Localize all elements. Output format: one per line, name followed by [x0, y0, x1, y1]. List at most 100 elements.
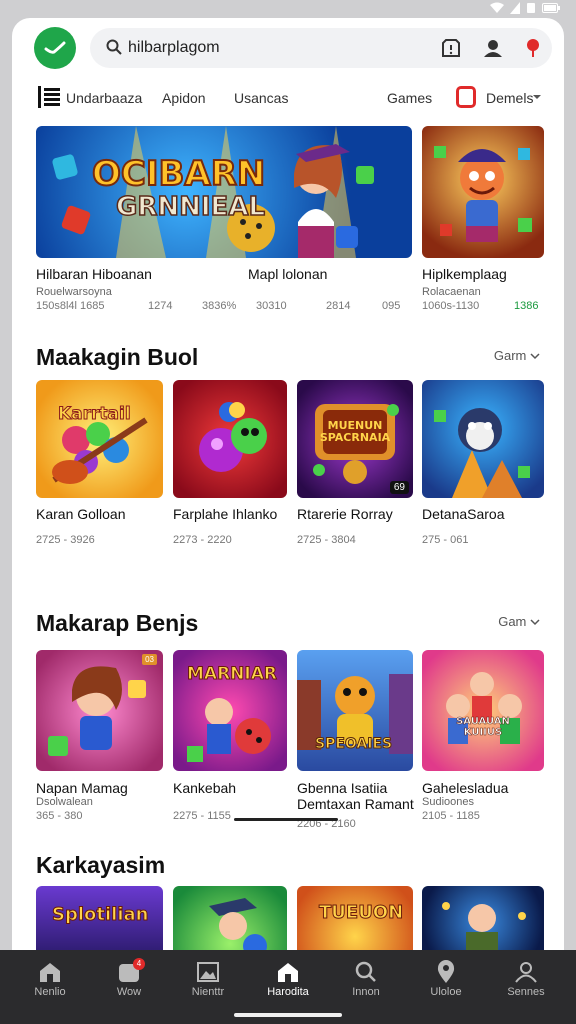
- game-art-title-3-1: Splotilian: [51, 904, 149, 926]
- game-meta-2-1: 365 - 380: [36, 810, 83, 822]
- notification-badge: 4: [133, 958, 145, 970]
- featured-stat-2c: 095: [382, 300, 401, 312]
- game-title-1-3[interactable]: Rtarerie Rorray: [297, 506, 393, 522]
- featured-subtitle-3: Rolacaenan: [422, 286, 481, 298]
- featured-title-3[interactable]: Hiplkemplaag: [422, 266, 507, 282]
- nav-item-uloloe[interactable]: Uloloe: [410, 958, 482, 998]
- banner-title-line1: OCIBARN: [91, 153, 266, 195]
- game-card-1-1[interactable]: Karrtail: [36, 380, 163, 498]
- featured-stat-1b: 1274: [148, 300, 173, 312]
- info-shield-icon[interactable]: [440, 37, 462, 59]
- tab-games[interactable]: Games: [387, 90, 432, 106]
- featured-stat-1c: 3836%: [202, 300, 237, 312]
- category-tabs: Undarbaaza Apidon Usancas Games Demels: [12, 82, 564, 122]
- game-card-3-4[interactable]: [422, 886, 544, 958]
- status-bar: [0, 0, 576, 18]
- game-art-title-2-2: MARNIAR: [187, 664, 278, 685]
- chevron-down-icon: [530, 353, 540, 360]
- chevron-down-icon: [530, 619, 540, 626]
- check-icon: [44, 41, 66, 54]
- image-icon: [172, 958, 244, 986]
- featured-banner-2[interactable]: [422, 126, 544, 258]
- game-art-title-2-3: SPEOAIES: [314, 736, 393, 753]
- battery-icon: [542, 2, 560, 17]
- featured-title-1[interactable]: Hilbaran Hiboanan: [36, 266, 152, 282]
- top-bar: hilbarplagom: [12, 18, 564, 82]
- game-meta-1-1: 2725 - 3926: [36, 534, 95, 546]
- game-title-1-2[interactable]: Farplahe Ihlanko: [173, 506, 277, 522]
- featured-stat-2b: 2814: [326, 300, 351, 312]
- game-title-2-1[interactable]: Napan Mamag: [36, 780, 128, 796]
- home-icon: [14, 958, 86, 986]
- search-bar[interactable]: hilbarplagom: [90, 28, 552, 68]
- profile-icon[interactable]: [482, 37, 504, 59]
- game-title-1-1[interactable]: Karan Golloan: [36, 506, 126, 522]
- search-icon: [330, 958, 402, 986]
- section-more-1[interactable]: Garm: [494, 348, 540, 363]
- game-meta-1-4: 275 - 061: [422, 534, 469, 546]
- game-character-image: [434, 146, 532, 242]
- signal-icon: [510, 2, 520, 17]
- game-card-1-2[interactable]: [173, 380, 287, 498]
- game-subtitle-2-4: Sudioones: [422, 796, 474, 808]
- game-card-2-3[interactable]: SPEOAIES: [297, 650, 413, 771]
- game-meta-2-4: 2105 - 1185: [422, 810, 480, 822]
- featured-banner-1[interactable]: OCIBARN GRNNIEAL: [36, 126, 412, 258]
- game-card-2-1[interactable]: 03: [36, 650, 163, 771]
- grid-menu-icon[interactable]: [38, 86, 60, 108]
- game-art-image: [48, 666, 146, 756]
- nav-label: Nenlio: [34, 986, 66, 998]
- featured-stat-3b: 1386: [514, 300, 539, 312]
- game-title-2-3[interactable]: Gbenna Isatiia: [297, 780, 387, 796]
- section-title-3: Karkayasim: [36, 852, 166, 878]
- section-more-2[interactable]: Gam: [498, 614, 540, 629]
- game-card-1-4[interactable]: [422, 380, 544, 498]
- sim-icon: [526, 2, 536, 17]
- tab-undarbaaza[interactable]: Undarbaaza: [66, 90, 142, 106]
- game-card-3-2[interactable]: [173, 886, 287, 958]
- status-icons: [490, 2, 560, 17]
- featured-stat-3a: 1060s-1130: [422, 300, 480, 312]
- chevron-down-icon[interactable]: [532, 88, 542, 104]
- game-card-2-4[interactable]: SAUAUAN KUIIUS: [422, 650, 544, 771]
- game-title-2-2[interactable]: Kankebah: [173, 780, 236, 796]
- tab-usancas[interactable]: Usancas: [234, 90, 288, 106]
- game-title-2-4[interactable]: Gahelesladua: [422, 780, 508, 796]
- tab-apidon[interactable]: Apidon: [162, 90, 206, 106]
- scroll-indicator: [234, 818, 338, 821]
- game-title2-2-3[interactable]: Demtaxan Ramant: [297, 796, 414, 812]
- filter-badge-icon: [456, 86, 476, 108]
- nav-item-nenlio[interactable]: Nenlio: [14, 958, 86, 998]
- notification-pin-icon[interactable]: [522, 37, 544, 59]
- nav-item-innon[interactable]: Innon: [330, 958, 402, 998]
- app-logo[interactable]: [34, 27, 76, 69]
- nav-item-harodita[interactable]: Harodita: [252, 958, 324, 998]
- game-badge: 69: [389, 481, 409, 494]
- section-title-1: Maakagin Buol: [36, 344, 199, 370]
- nav-item-wow[interactable]: 4 Wow: [93, 958, 165, 998]
- search-input[interactable]: hilbarplagom: [128, 39, 220, 57]
- game-art-image: [434, 408, 530, 498]
- banner-title-line2: GRNNIEAL: [115, 191, 266, 223]
- game-card-2-2[interactable]: MARNIAR: [173, 650, 287, 771]
- featured-stat-2a: 30310: [256, 300, 287, 312]
- game-art-image: [52, 417, 148, 484]
- game-card-3-1[interactable]: Splotilian: [36, 886, 163, 958]
- game-card-3-3[interactable]: TUEUON: [297, 886, 413, 958]
- game-title-1-4[interactable]: DetanaSaroa: [422, 506, 505, 522]
- game-art-title-1-3: MUENUN SPACRNAIA: [319, 419, 391, 444]
- nav-item-sennes[interactable]: Sennes: [490, 958, 562, 998]
- section-title-2: Makarap Benjs: [36, 610, 199, 636]
- home-icon: [252, 958, 324, 986]
- nav-label: Wow: [116, 986, 142, 998]
- notification-icon: 4: [93, 958, 165, 986]
- tab-demels-dropdown[interactable]: Demels: [486, 90, 533, 106]
- featured-subtitle-1: Rouelwarsoyna: [36, 286, 112, 298]
- game-meta-2-2: 2275 - 1155: [173, 810, 231, 822]
- game-card-1-3[interactable]: MUENUN SPACRNAIA 69: [297, 380, 413, 498]
- game-subtitle-2-1: Dsolwalean: [36, 796, 93, 808]
- nav-item-nienttr[interactable]: Nienttr: [172, 958, 244, 998]
- featured-title-2[interactable]: Mapl lolonan: [248, 266, 327, 282]
- home-indicator[interactable]: [234, 1013, 342, 1017]
- nav-label: Innon: [352, 986, 380, 998]
